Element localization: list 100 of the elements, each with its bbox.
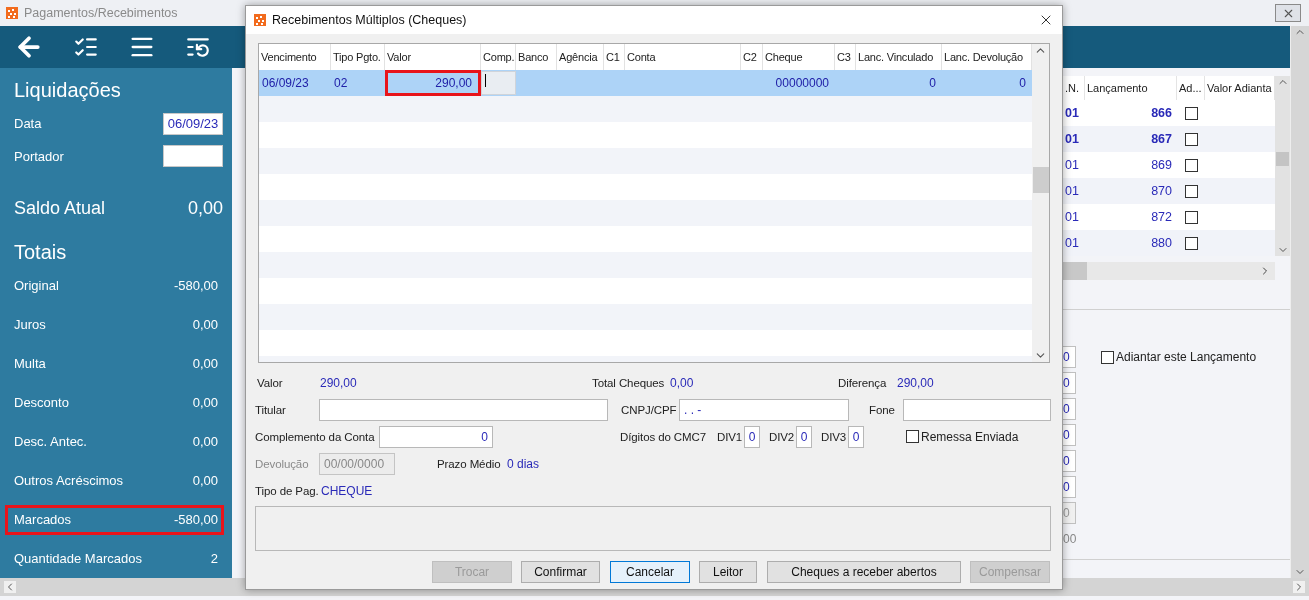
value-text: 00	[1063, 532, 1077, 546]
field-label: Total Cheques	[592, 376, 666, 389]
memo-field[interactable]	[255, 506, 1051, 551]
checkbox[interactable]	[906, 430, 919, 443]
total-label: Desc. Antec.	[14, 434, 87, 449]
vertical-scrollbar[interactable]	[1290, 26, 1309, 578]
balance-label: Saldo Atual	[14, 198, 106, 220]
table-cell-text: 00000000	[774, 75, 830, 92]
checkbox[interactable]	[1185, 236, 1198, 250]
field-label: Titular	[255, 403, 287, 416]
field-label: Devolução	[255, 457, 310, 470]
field-value: 290,00	[897, 375, 934, 390]
section-heading: Totais	[14, 241, 67, 265]
input-field[interactable]: 0	[1063, 398, 1076, 420]
total-label: Quantidade Marcados	[14, 551, 142, 566]
table-cell-text: 872	[1150, 210, 1173, 224]
checkbox[interactable]	[1185, 210, 1198, 224]
column-header[interactable]: Valor	[385, 44, 481, 70]
field-label: Dígitos do CMC7	[620, 430, 708, 443]
input-field[interactable]: 0	[1063, 346, 1076, 368]
input-field[interactable]	[163, 145, 223, 168]
field-label: Prazo Médio	[437, 457, 502, 470]
field-value: 290,00	[320, 375, 358, 390]
balance-value: 0,00	[187, 198, 223, 220]
checkbox[interactable]	[1101, 350, 1114, 364]
checkbox[interactable]	[1185, 132, 1198, 146]
table-cell-text: 866	[1150, 106, 1173, 120]
total-label: Marcados	[14, 512, 72, 527]
total-value: -580,00	[173, 278, 218, 293]
scroll-thumb[interactable]	[1063, 262, 1087, 280]
section-heading: Liquidações	[14, 79, 121, 103]
input-field[interactable]: . . -	[679, 398, 849, 421]
table-cell-text: 869	[1150, 158, 1173, 172]
cell-editor[interactable]	[481, 71, 516, 95]
field-label: Fone	[869, 403, 896, 416]
input-field[interactable]	[319, 398, 608, 421]
input-field[interactable]: 0	[1063, 476, 1076, 498]
checkbox[interactable]	[1185, 184, 1198, 198]
table-cell-text: 01	[1064, 184, 1080, 198]
dialog-button[interactable]: Leitor	[699, 561, 757, 583]
field-label: CNPJ/CPF	[621, 403, 678, 416]
table-cell-text: 880	[1150, 236, 1173, 250]
total-label: Original	[14, 278, 59, 293]
input-field[interactable]: 0	[1063, 372, 1076, 394]
checkbox-label[interactable]: Adiantar este Lançamento	[1101, 350, 1257, 364]
window-title: Pagamentos/Recebimentos	[24, 6, 178, 20]
field-label: Portador	[14, 148, 64, 164]
input-field[interactable]: 06/09/23	[163, 113, 223, 135]
app-logo-icon	[254, 14, 266, 26]
table-cell-text: 01	[1064, 210, 1080, 224]
total-value: 0,00	[192, 356, 218, 371]
input-field[interactable]: 0	[1063, 450, 1076, 472]
table-cell-text: 870	[1150, 184, 1173, 198]
table-cell-text: 867	[1150, 132, 1173, 146]
table-cell-text: 06/09/23	[261, 75, 310, 92]
scroll-thumb[interactable]	[1276, 152, 1289, 166]
input-field[interactable]	[903, 398, 1051, 421]
table-cell-text: 01	[1064, 132, 1080, 146]
table-cell-text: 0	[928, 75, 937, 92]
checkbox[interactable]	[1185, 106, 1198, 120]
checkbox[interactable]	[1185, 158, 1198, 172]
input-field[interactable]: 0	[796, 425, 812, 448]
input-field[interactable]: 0	[1063, 424, 1076, 446]
total-value: -580,00	[173, 512, 218, 527]
app-logo-icon	[6, 7, 18, 19]
input-field[interactable]: 0	[744, 425, 760, 448]
field-label: Diferença	[838, 376, 888, 389]
dialog-button[interactable]: Cheques a receber abertos	[767, 561, 961, 583]
field-label: Complemento da Conta	[255, 430, 376, 443]
close-button[interactable]	[1275, 4, 1301, 22]
table-cell: 290,00	[385, 70, 481, 96]
total-label: Desconto	[14, 395, 69, 410]
table-cell-text: 01	[1064, 158, 1080, 172]
vertical-scrollbar[interactable]	[1032, 44, 1049, 362]
table-cell-text: 02	[333, 75, 349, 92]
field-label: Valor	[257, 376, 284, 389]
scroll-thumb[interactable]	[1032, 167, 1049, 193]
horizontal-scrollbar[interactable]	[1063, 262, 1275, 280]
field-value: 0,00	[670, 375, 695, 390]
field-label: DIV2	[769, 430, 796, 443]
field-label: Tipo de Pag.	[255, 484, 320, 497]
field-value: 0 dias	[507, 456, 540, 471]
field-label: DIV1	[717, 430, 744, 443]
total-value: 2	[210, 551, 218, 566]
dialog-button[interactable]: Confirmar	[521, 561, 600, 583]
table-row[interactable]: 06/09/23 02 290,00 00000000 0 0	[259, 70, 1032, 96]
dialog-button[interactable]: Cancelar	[610, 561, 690, 583]
total-label: Multa	[14, 356, 46, 371]
table-cell-text: 01	[1064, 236, 1080, 250]
dialog-title: Recebimentos Múltiplos (Cheques)	[272, 13, 468, 27]
vertical-scrollbar[interactable]	[1275, 76, 1290, 256]
table-cell-text: 01	[1064, 106, 1080, 120]
total-value: 0,00	[192, 395, 218, 410]
input-field[interactable]: 0	[379, 425, 493, 448]
checkbox-label[interactable]: Remessa Enviada	[906, 429, 1019, 444]
total-value: 0,00	[192, 317, 218, 332]
field-value: CHEQUE	[321, 483, 373, 498]
total-label: Juros	[14, 317, 46, 332]
input-field[interactable]: 0	[848, 425, 864, 448]
table-cell-text: 0	[1018, 75, 1027, 92]
